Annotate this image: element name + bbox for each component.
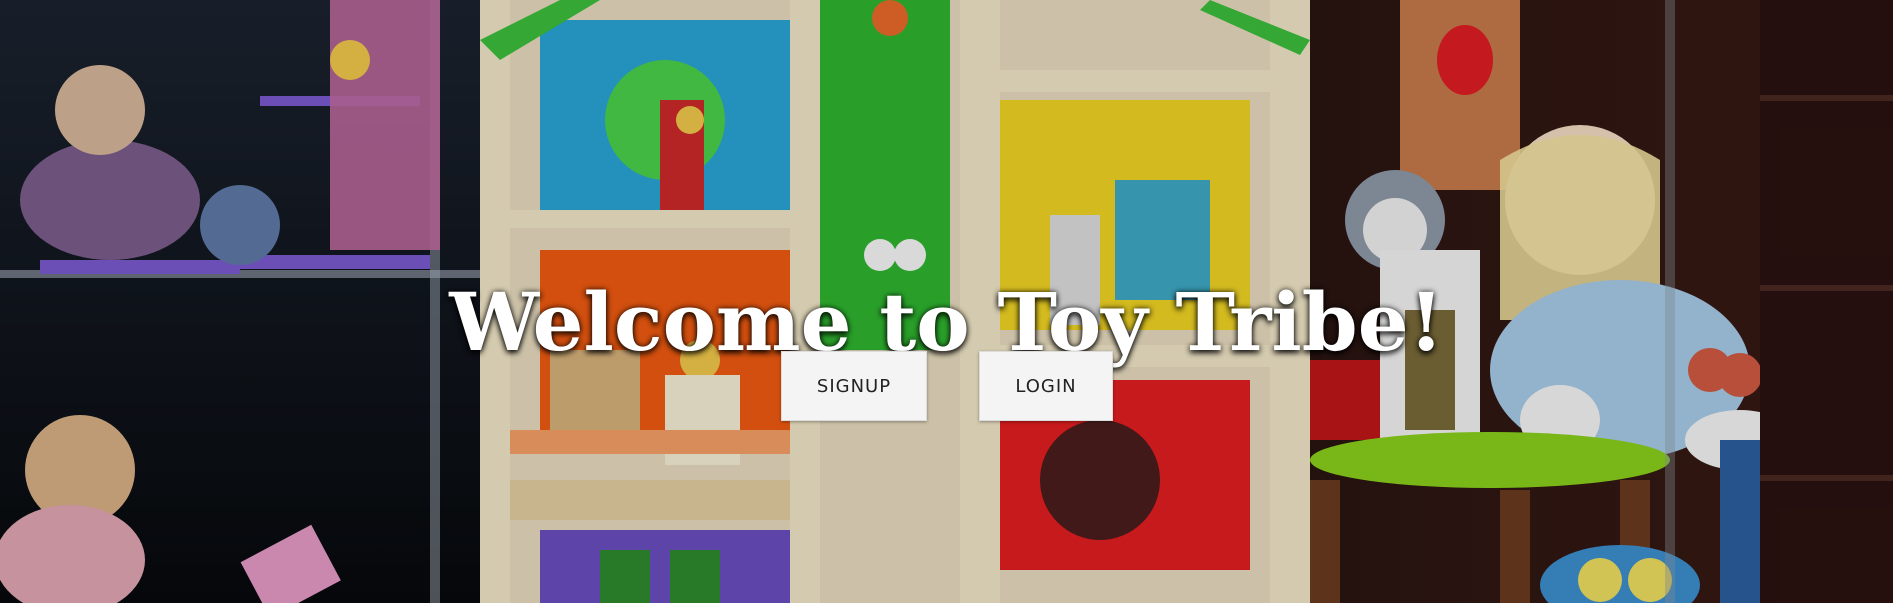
signup-button[interactable]: SIGNUP	[781, 351, 927, 421]
hero-content: Welcome to Toy Tribe! SIGNUP LOGIN	[0, 0, 1893, 603]
login-button[interactable]: LOGIN	[979, 351, 1113, 421]
hero-section: Welcome to Toy Tribe! SIGNUP LOGIN	[0, 0, 1893, 603]
hero-title: Welcome to Toy Tribe!	[449, 274, 1444, 369]
